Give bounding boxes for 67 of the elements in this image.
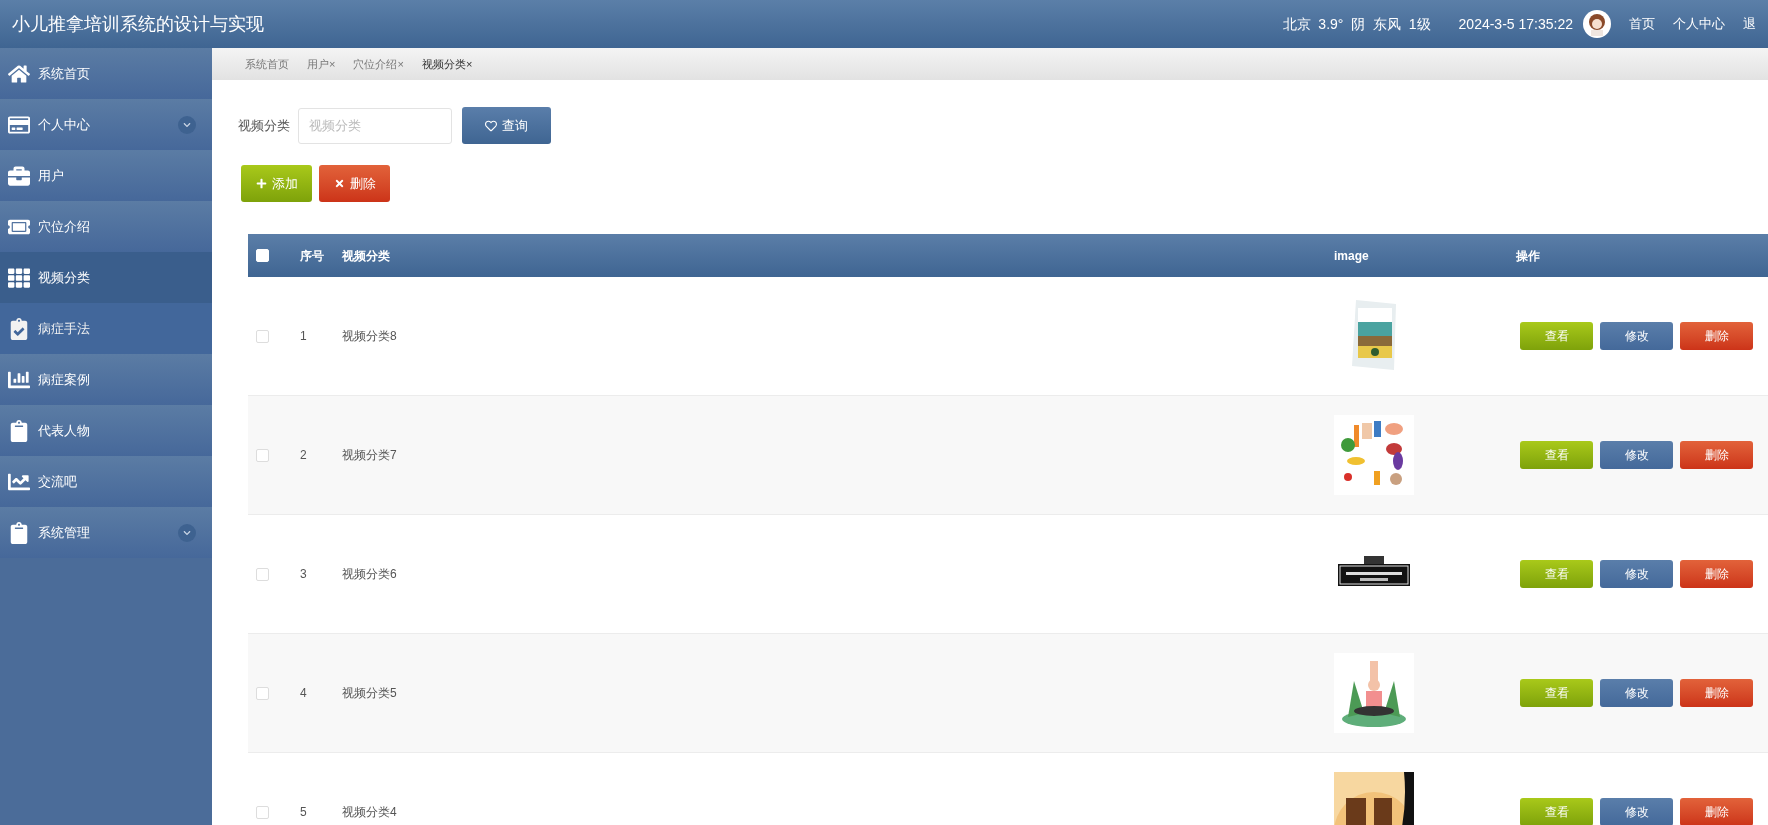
sidebar-item[interactable]: 穴位介绍 — [0, 201, 212, 252]
checkbox[interactable] — [256, 567, 269, 581]
table-cell-text: 视频分类7 — [341, 447, 398, 464]
sidebar-item[interactable]: 系统首页 — [0, 48, 212, 99]
menu-icon — [8, 113, 30, 136]
page-tab[interactable]: 用户× — [307, 55, 336, 73]
checkbox[interactable] — [256, 805, 269, 819]
date-time: 2024-3-5 17:35:22 — [1458, 14, 1573, 34]
column-header: 操作 — [1515, 247, 1541, 265]
delete-button[interactable]: 删除 — [1680, 441, 1753, 469]
edit-button[interactable]: 修改 — [1600, 560, 1673, 588]
header-link[interactable]: 个人中心 — [1673, 14, 1725, 34]
table-cell-text: 视频分类8 — [341, 328, 398, 345]
sidebar-item[interactable]: 个人中心 — [0, 99, 212, 150]
weather-text: 北京 3.9° 阴 东风 1级 — [1282, 14, 1431, 34]
table-cell-text: 3 — [299, 566, 308, 583]
menu-icon — [8, 164, 30, 187]
menu-icon — [8, 266, 30, 289]
table-cell-text: 视频分类4 — [341, 804, 398, 821]
menu-icon — [8, 419, 30, 442]
edit-button[interactable]: 修改 — [1600, 322, 1673, 350]
checkbox[interactable] — [256, 448, 269, 462]
sidebar-item[interactable]: 病症案例 — [0, 354, 212, 405]
sidebar-item[interactable]: 系统管理 — [0, 507, 212, 558]
app-title: 小儿推拿培训系统的设计与实现 — [12, 12, 264, 36]
column-header: 序号 — [299, 247, 325, 265]
search-field[interactable]: 视频分类 — [298, 107, 452, 144]
table-cell-text: 1 — [299, 328, 308, 345]
edit-button[interactable]: 修改 — [1600, 679, 1673, 707]
menu-icon — [8, 521, 30, 544]
table-cell-text: 4 — [299, 685, 308, 702]
menu-icon — [8, 317, 30, 340]
page-tab[interactable]: 系统首页 — [245, 55, 289, 73]
sidebar-item[interactable]: 交流吧 — [0, 456, 212, 507]
delete-button[interactable]: 删除 — [1680, 798, 1753, 825]
avatar[interactable] — [1583, 10, 1611, 38]
table-cell-text: 视频分类5 — [341, 685, 398, 702]
table-cell-text: 5 — [299, 804, 308, 821]
delete-button[interactable]: 删除 — [1680, 560, 1753, 588]
delete-button[interactable]: 删除 — [319, 165, 390, 202]
page-tab[interactable]: 视频分类× — [421, 55, 473, 73]
column-header: image — [1333, 247, 1370, 265]
sidebar-item[interactable]: 病症手法 — [0, 303, 212, 354]
delete-button[interactable]: 删除 — [1680, 322, 1753, 350]
checkbox[interactable] — [256, 686, 269, 700]
delete-button[interactable]: 删除 — [1680, 679, 1753, 707]
close-icon — [333, 178, 345, 189]
expand-icon[interactable] — [178, 115, 196, 134]
table-cell-text: 视频分类6 — [341, 566, 398, 583]
heart-icon — [485, 119, 497, 132]
checkbox[interactable] — [256, 329, 269, 343]
edit-button[interactable]: 修改 — [1600, 441, 1673, 469]
expand-icon[interactable] — [178, 523, 196, 542]
header-link[interactable]: 退 — [1743, 14, 1756, 34]
sidebar-item[interactable]: 用户 — [0, 150, 212, 201]
sidebar-item[interactable]: 代表人物 — [0, 405, 212, 456]
plus-icon — [255, 178, 267, 189]
menu-icon — [8, 62, 30, 85]
column-header: 视频分类 — [341, 247, 391, 265]
search-label: 视频分类 — [238, 116, 290, 135]
page-tab[interactable]: 穴位介绍× — [353, 55, 404, 73]
header-link[interactable]: 首页 — [1629, 14, 1655, 34]
table-cell-text: 2 — [299, 447, 308, 464]
search-button[interactable]: 查询 — [462, 107, 551, 144]
edit-button[interactable]: 修改 — [1600, 798, 1673, 825]
add-button[interactable]: 添加 — [241, 165, 312, 202]
sidebar-item[interactable]: 视频分类 — [0, 252, 212, 303]
